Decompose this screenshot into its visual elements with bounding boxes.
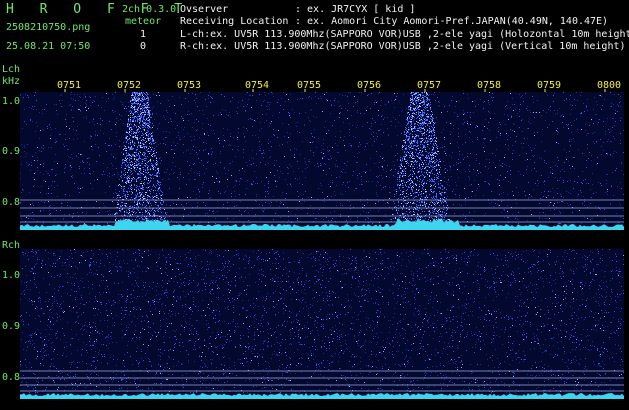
lch-tick-0-8: 0.8 xyxy=(2,197,21,208)
lch-tick-1-0: 1.0 xyxy=(2,96,21,107)
rch-tick-0-8: 0.8 xyxy=(2,372,21,383)
rch-spectrogram xyxy=(20,249,624,399)
lch-info: L-ch:ex. UV5R 113.900Mhz(SAPPORO VOR)USB… xyxy=(180,29,629,40)
lch-label: Lch xyxy=(2,64,21,75)
meteor-count-lch: 1 xyxy=(140,29,147,40)
datetime: 25.08.21 07:50 xyxy=(6,41,91,52)
filename: 2508210750.png xyxy=(6,22,91,33)
observer-value: : ex. JR7CYX [ kid ] xyxy=(295,4,416,15)
lch-unit-label: kHz xyxy=(2,76,21,87)
version-label: 2ch 0.3.0 xyxy=(122,4,177,15)
meteor-label: meteor xyxy=(125,16,162,27)
lch-waterfall xyxy=(20,92,624,230)
rch-info: R-ch:ex. UV5R 113.900Mhz(SAPPORO VOR)USB… xyxy=(180,41,626,52)
rch-tick-1-0: 1.0 xyxy=(2,270,21,281)
rch-label: Rch xyxy=(2,240,21,251)
meteor-count-rch: 0 xyxy=(140,41,147,52)
location-value: : ex. Aomori City Aomori-Pref.JAPAN(40.4… xyxy=(295,16,609,27)
lch-tick-0-9: 0.9 xyxy=(2,146,21,157)
observer-label: Ovserver xyxy=(180,4,229,15)
rch-waterfall xyxy=(20,249,624,399)
lch-spectrogram xyxy=(20,92,624,230)
rch-tick-0-9: 0.9 xyxy=(2,321,21,332)
location-label: Receiving Location xyxy=(180,16,289,27)
